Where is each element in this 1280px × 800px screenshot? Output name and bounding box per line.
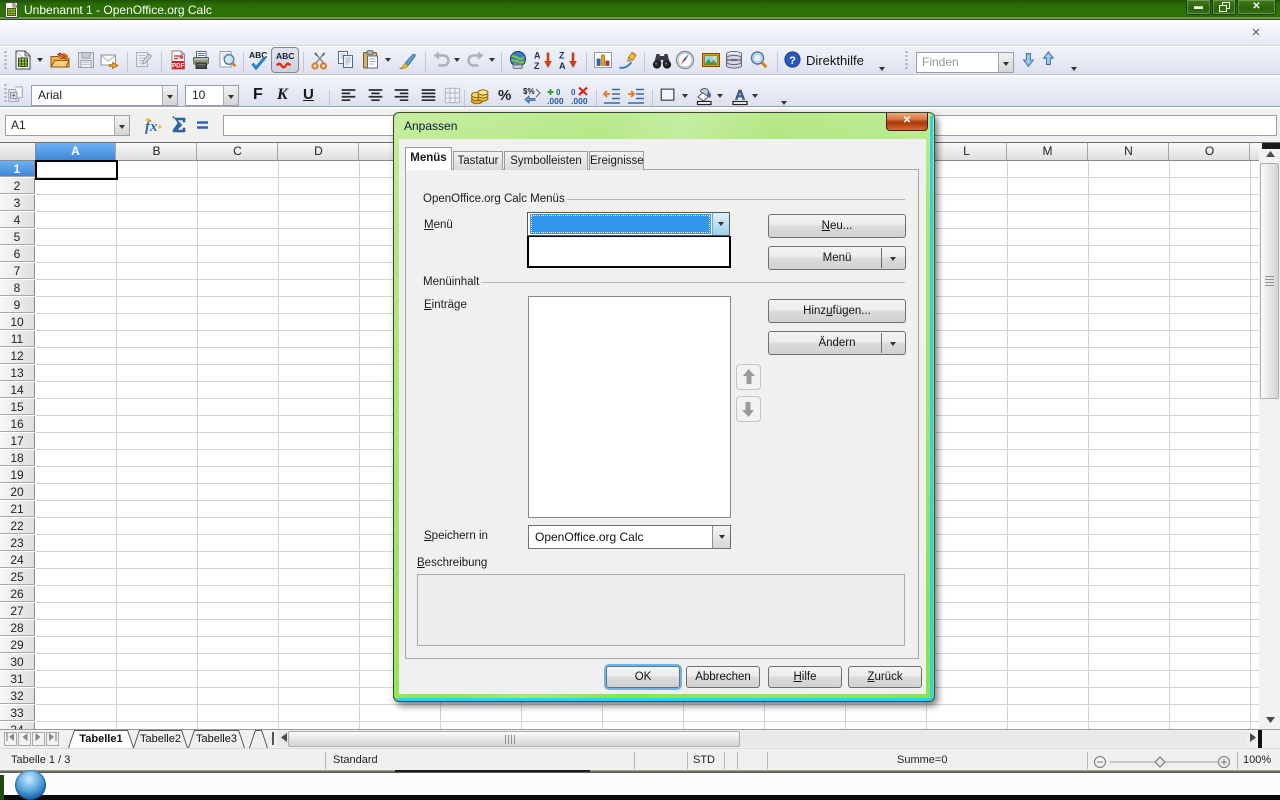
svg-text:A: A — [559, 61, 566, 70]
svg-text:.000: .000 — [571, 96, 588, 106]
svg-text:fx: fx — [145, 119, 158, 135]
svg-text:Z: Z — [559, 51, 565, 61]
svg-text:A: A — [735, 87, 745, 103]
svg-text:?: ? — [789, 55, 796, 67]
svg-text:PDF: PDF — [172, 62, 185, 69]
svg-text:ABC: ABC — [276, 51, 294, 61]
svg-text:.000: .000 — [547, 96, 564, 106]
svg-text:Z: Z — [534, 61, 540, 70]
svg-text:$%: $% — [523, 87, 535, 96]
svg-text:A: A — [534, 51, 541, 61]
